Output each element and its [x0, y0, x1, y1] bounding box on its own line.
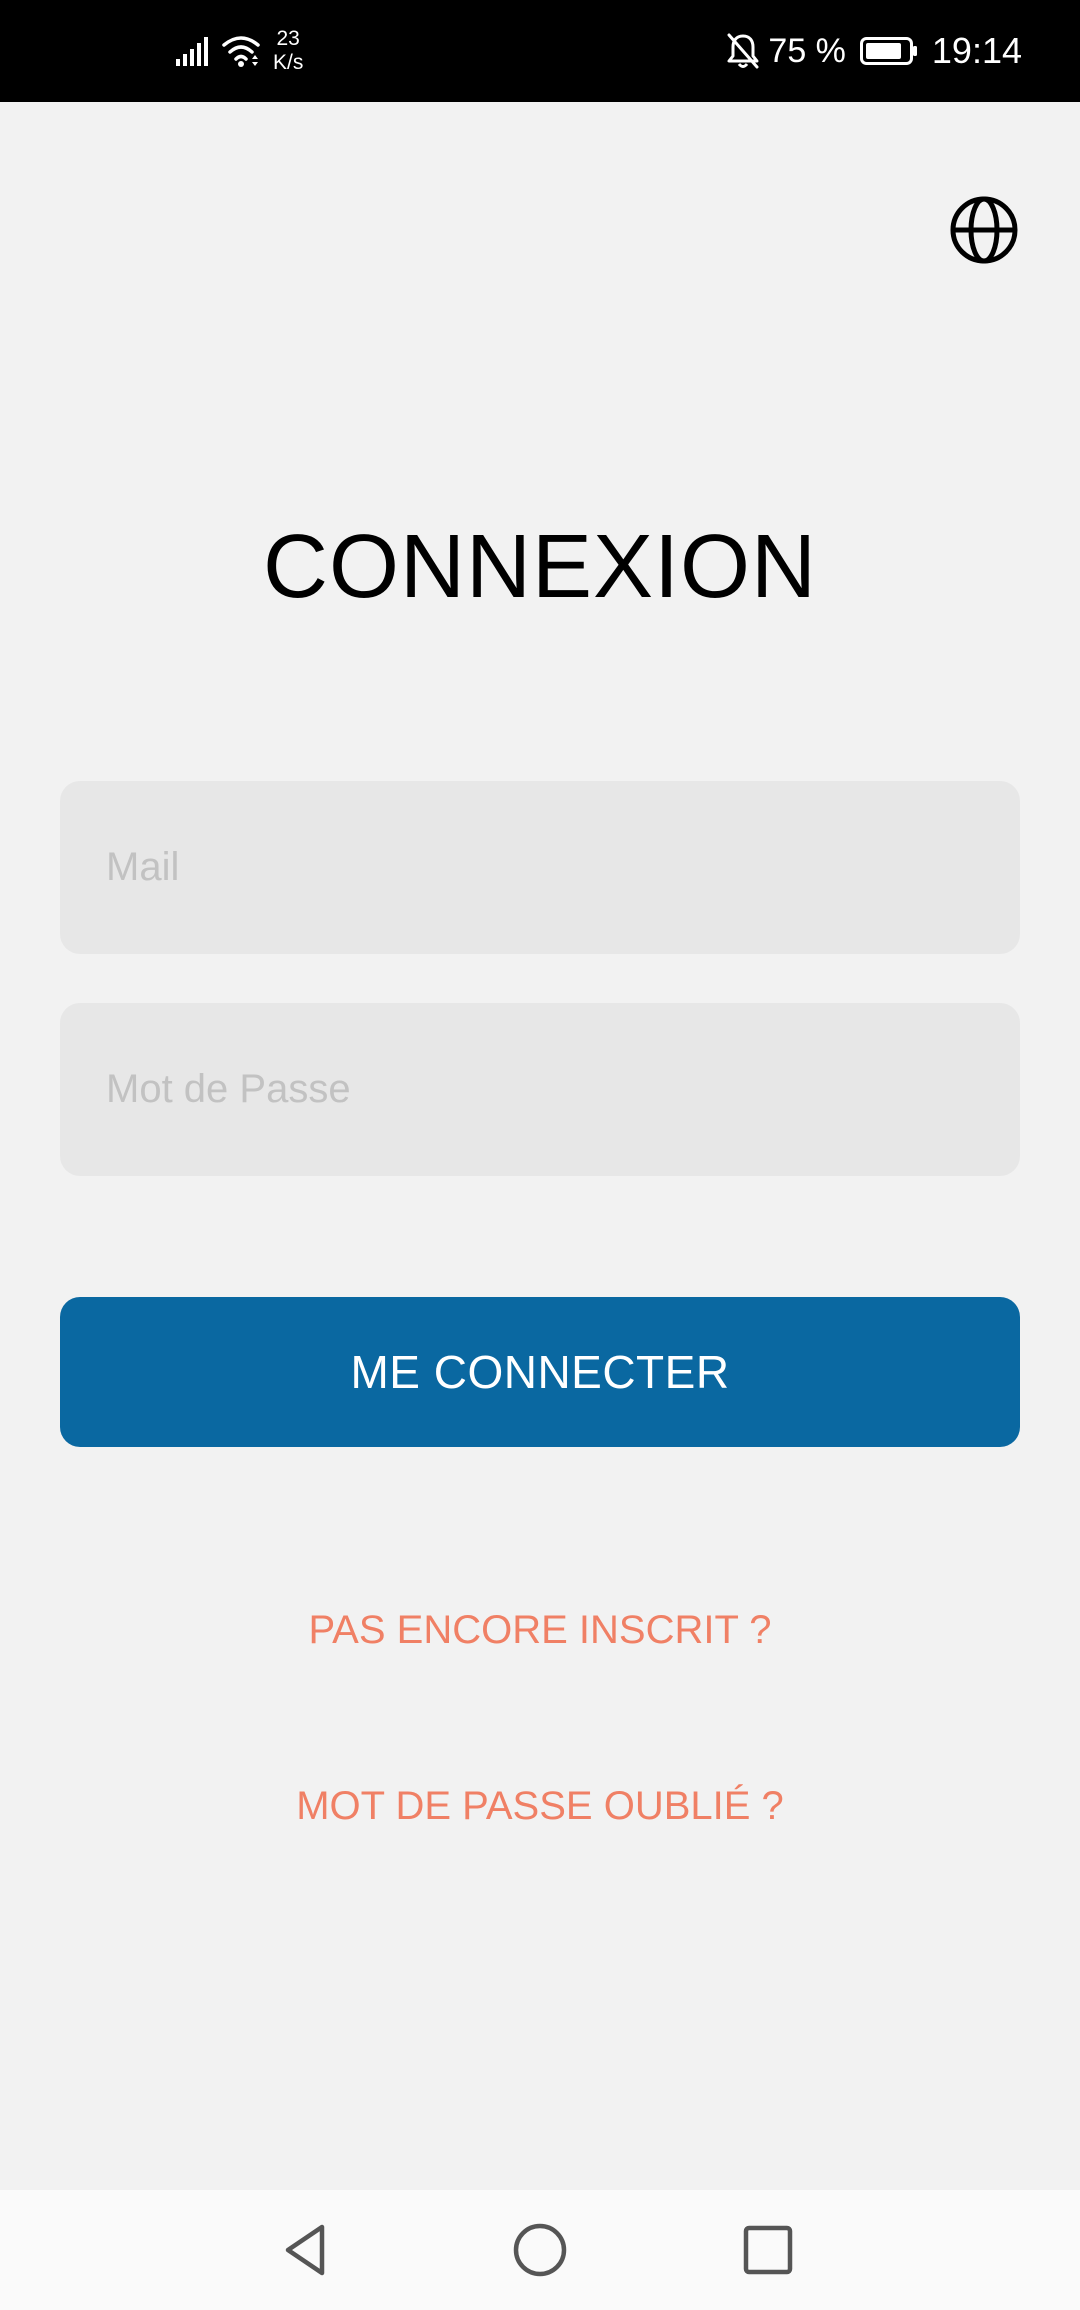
- square-recents-icon: [743, 2225, 793, 2275]
- page-title: CONNEXION: [262, 517, 818, 617]
- home-button[interactable]: [510, 2220, 570, 2280]
- network-speed-unit: K/s: [273, 51, 304, 74]
- cellular-signal-icon: [176, 37, 208, 66]
- globe-icon: [950, 196, 1018, 264]
- network-speed-value: 23: [276, 27, 300, 50]
- email-field[interactable]: [60, 781, 1020, 954]
- password-field[interactable]: [60, 1003, 1020, 1176]
- forgot-password-link[interactable]: MOT DE PASSE OUBLIÉ ?: [0, 1784, 1080, 1829]
- battery-percentage: 75 %: [768, 31, 846, 70]
- network-speed: 23 K/s: [273, 27, 303, 75]
- navigation-bar: [0, 2190, 1080, 2310]
- battery-icon: [859, 37, 917, 65]
- login-button[interactable]: ME CONNECTER: [60, 1297, 1020, 1447]
- triangle-back-icon: [285, 2224, 325, 2276]
- recents-button[interactable]: [738, 2220, 798, 2280]
- register-link[interactable]: PAS ENCORE INSCRIT ?: [0, 1608, 1080, 1653]
- notifications-off-icon: [727, 33, 759, 69]
- wifi-icon: [222, 36, 260, 67]
- clock: 19:14: [931, 30, 1022, 71]
- circle-home-icon: [513, 2223, 567, 2277]
- status-left: 23 K/s: [175, 0, 303, 102]
- status-bar: 23 K/s 75 % 19:14: [0, 0, 1080, 102]
- back-button[interactable]: [278, 2220, 338, 2280]
- language-button[interactable]: [948, 194, 1020, 266]
- status-right: 75 % 19:14: [726, 0, 1022, 102]
